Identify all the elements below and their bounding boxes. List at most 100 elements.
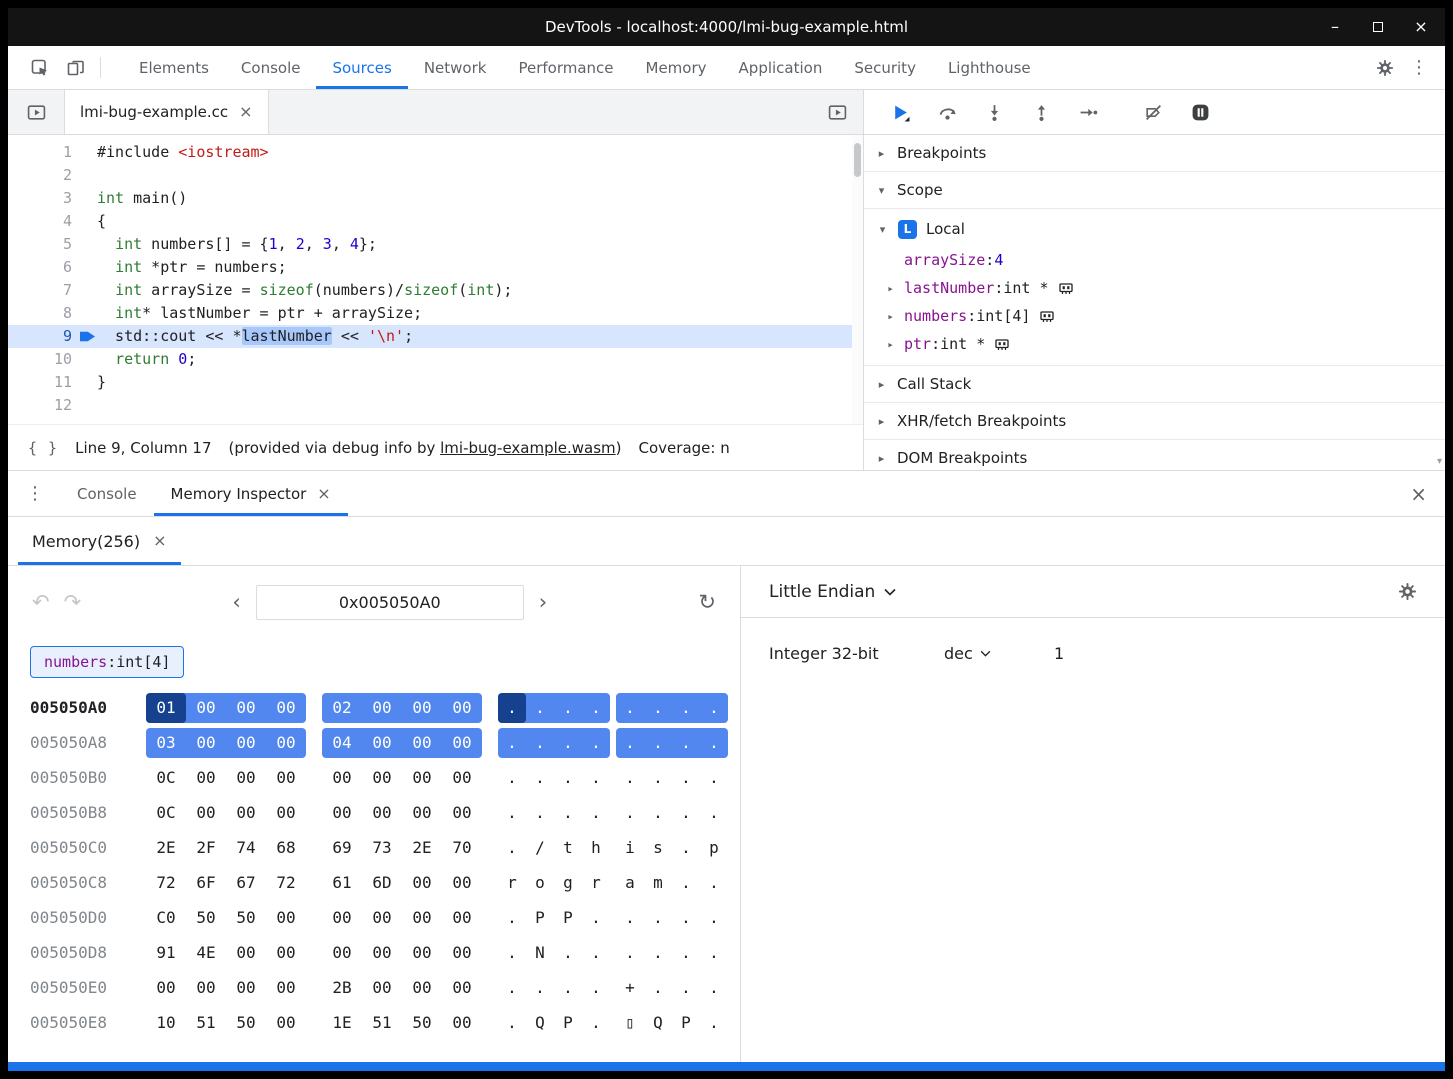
wasm-file-link[interactable]: lmi-bug-example.wasm [440,439,616,457]
code-line-1[interactable]: 1#include <iostream> [8,141,863,164]
byte-cell[interactable]: 6F [186,868,226,898]
show-navigator-button[interactable] [8,90,64,134]
byte-cell[interactable]: 50 [186,903,226,933]
next-page-button[interactable]: › [539,592,547,613]
line-number[interactable]: 9 [8,325,88,348]
byte-cell[interactable]: 4E [186,938,226,968]
byte-cell[interactable]: 00 [442,973,482,1003]
byte-cell[interactable]: 00 [186,693,226,723]
ascii-cell[interactable]: . [700,728,728,758]
ascii-cell[interactable]: . [554,763,582,793]
byte-cell[interactable]: 00 [186,763,226,793]
line-number[interactable]: 2 [8,164,88,187]
byte-cell[interactable]: 00 [402,973,442,1003]
ascii-cell[interactable]: p [700,833,728,863]
code-line-9[interactable]: 9 std::cout << *lastNumber << '\n'; [8,325,863,348]
ascii-cell[interactable]: . [582,938,610,968]
byte-cell[interactable]: 00 [402,798,442,828]
scope-variable-arraySize[interactable]: arraySize: 4 [864,246,1445,274]
close-icon[interactable]: × [317,486,330,502]
ascii-cell[interactable]: . [554,938,582,968]
ascii-cell[interactable]: . [498,833,526,863]
byte-cell[interactable]: 69 [322,833,362,863]
refresh-button[interactable]: ↻ [698,592,716,613]
ascii-cell[interactable]: . [582,763,610,793]
ascii-cell[interactable]: . [644,763,672,793]
byte-cell[interactable]: 00 [442,798,482,828]
ascii-cell[interactable]: . [700,798,728,828]
window-titlebar[interactable]: DevTools - localhost:4000/lmi-bug-exampl… [8,8,1445,46]
byte-cell[interactable]: C0 [146,903,186,933]
byte-cell[interactable]: 01 [146,693,186,723]
ascii-cell[interactable]: . [616,693,644,723]
byte-cell[interactable]: 00 [402,868,442,898]
byte-cell[interactable]: 73 [362,833,402,863]
ascii-cell[interactable]: . [644,693,672,723]
code-editor[interactable]: 1#include <iostream>23int main()4{5 int … [8,135,863,424]
maximize-button[interactable] [1370,19,1386,35]
ascii-cell[interactable]: . [616,938,644,968]
ascii-cell[interactable]: . [498,763,526,793]
tab-application[interactable]: Application [723,46,839,89]
byte-cell[interactable]: 04 [322,728,362,758]
value-settings-button[interactable] [1398,582,1417,601]
ascii-cell[interactable]: . [700,973,728,1003]
ascii-cell[interactable]: . [498,728,526,758]
tab-console[interactable]: Console [225,46,317,89]
step-out-button[interactable] [1032,103,1051,122]
ascii-cell[interactable]: o [526,868,554,898]
inspect-element-button[interactable] [22,46,58,89]
byte-cell[interactable]: 00 [226,798,266,828]
ascii-cell[interactable]: Q [644,1008,672,1038]
byte-cell[interactable]: 2F [186,833,226,863]
code-line-11[interactable]: 11} [8,371,863,394]
byte-cell[interactable]: 02 [322,693,362,723]
byte-cell[interactable]: 00 [362,763,402,793]
byte-cell[interactable]: 00 [442,693,482,723]
drawer-tab-console[interactable]: Console [60,471,154,516]
ascii-cell[interactable]: / [526,833,554,863]
line-number[interactable]: 12 [8,394,88,417]
ascii-cell[interactable]: . [582,798,610,828]
byte-cell[interactable]: 74 [226,833,266,863]
scope-variable-lastNumber[interactable]: ▸lastNumber: int * [864,274,1445,302]
deactivate-breakpoints-button[interactable] [1144,103,1163,122]
ascii-cell[interactable]: Q [526,1008,554,1038]
byte-cell[interactable]: 67 [226,868,266,898]
memory-inspector-icon[interactable] [994,336,1010,352]
ascii-cell[interactable]: g [554,868,582,898]
memory-inspector-icon[interactable] [1039,308,1055,324]
minimize-button[interactable]: – [1327,19,1343,35]
triangle-collapsed-icon[interactable]: ▸ [884,310,897,323]
memory-address-input[interactable] [256,585,524,620]
close-icon[interactable]: × [239,104,252,120]
drawer-tab-memory-inspector[interactable]: Memory Inspector × [154,471,348,516]
ascii-cell[interactable]: . [672,693,700,723]
ascii-cell[interactable]: . [644,903,672,933]
byte-cell[interactable]: 61 [322,868,362,898]
byte-cell[interactable]: 03 [146,728,186,758]
step-over-button[interactable] [938,103,957,122]
pause-on-exceptions-button[interactable] [1191,103,1210,122]
ascii-cell[interactable]: . [616,903,644,933]
byte-cell[interactable]: 91 [146,938,186,968]
ascii-cell[interactable]: . [700,763,728,793]
ascii-cell[interactable]: . [616,763,644,793]
code-line-2[interactable]: 2 [8,164,863,187]
scope-variable-ptr[interactable]: ▸ptr: int * [864,330,1445,358]
ascii-cell[interactable]: . [582,693,610,723]
ascii-cell[interactable]: . [644,798,672,828]
tab-network[interactable]: Network [408,46,503,89]
ascii-cell[interactable]: . [554,798,582,828]
line-number[interactable]: 3 [8,187,88,210]
byte-cell[interactable]: 00 [402,938,442,968]
more-options-button[interactable]: ⋮ [1403,57,1435,78]
byte-cell[interactable]: 00 [186,973,226,1003]
ascii-cell[interactable]: . [498,938,526,968]
ascii-cell[interactable]: . [554,693,582,723]
ascii-cell[interactable]: . [672,728,700,758]
line-number[interactable]: 4 [8,210,88,233]
ascii-cell[interactable]: . [554,973,582,1003]
ascii-cell[interactable]: . [672,798,700,828]
byte-cell[interactable]: 0C [146,798,186,828]
